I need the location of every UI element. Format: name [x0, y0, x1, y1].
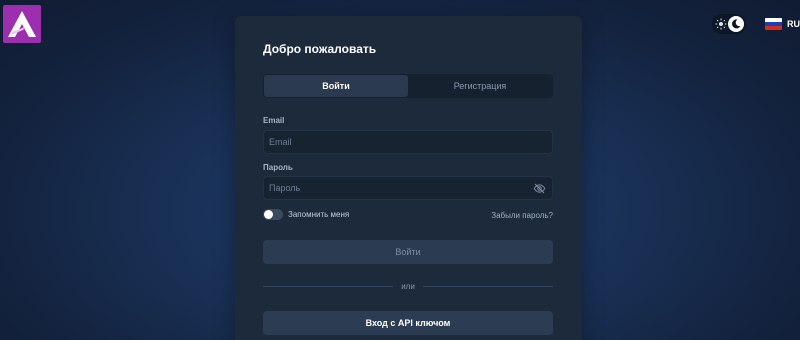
- tab-register[interactable]: Регистрация: [408, 75, 552, 97]
- language-code: RU: [787, 19, 800, 29]
- brand-logo[interactable]: [3, 5, 41, 43]
- divider-line-left: [263, 286, 394, 287]
- language-selector[interactable]: RU: [765, 16, 800, 32]
- tab-login[interactable]: Войти: [264, 75, 408, 97]
- brand-logo-icon: [8, 11, 36, 37]
- email-field-wrapper: [263, 130, 553, 154]
- card-title: Добро пожаловать: [263, 42, 377, 56]
- russia-flag-icon: [765, 18, 782, 30]
- divider-text: или: [401, 282, 415, 291]
- eye-off-icon[interactable]: [533, 182, 546, 195]
- theme-toggle[interactable]: [712, 14, 746, 34]
- theme-toggle-knob: [728, 16, 744, 32]
- password-label: Пароль: [263, 163, 293, 172]
- api-key-login-button[interactable]: Вход с API ключом: [263, 311, 553, 335]
- email-label: Email: [263, 116, 285, 125]
- or-divider: или: [263, 282, 554, 291]
- sun-icon: [715, 18, 727, 30]
- moon-icon: [732, 19, 741, 29]
- remember-me-toggle[interactable]: [263, 209, 283, 220]
- divider-line-right: [422, 286, 554, 287]
- forgot-password-link[interactable]: Забыли пароль?: [491, 211, 553, 220]
- login-card: Добро пожаловать Войти Регистрация Email…: [235, 16, 582, 340]
- login-button[interactable]: Войти: [263, 240, 553, 264]
- remember-me: Запомнить меня: [263, 209, 349, 220]
- remember-me-label: Запомнить меня: [288, 210, 350, 219]
- password-field[interactable]: [264, 177, 552, 199]
- remember-me-toggle-knob: [264, 210, 273, 219]
- auth-tabs: Войти Регистрация: [263, 74, 553, 98]
- email-field[interactable]: [264, 131, 552, 153]
- password-field-wrapper: [263, 176, 553, 200]
